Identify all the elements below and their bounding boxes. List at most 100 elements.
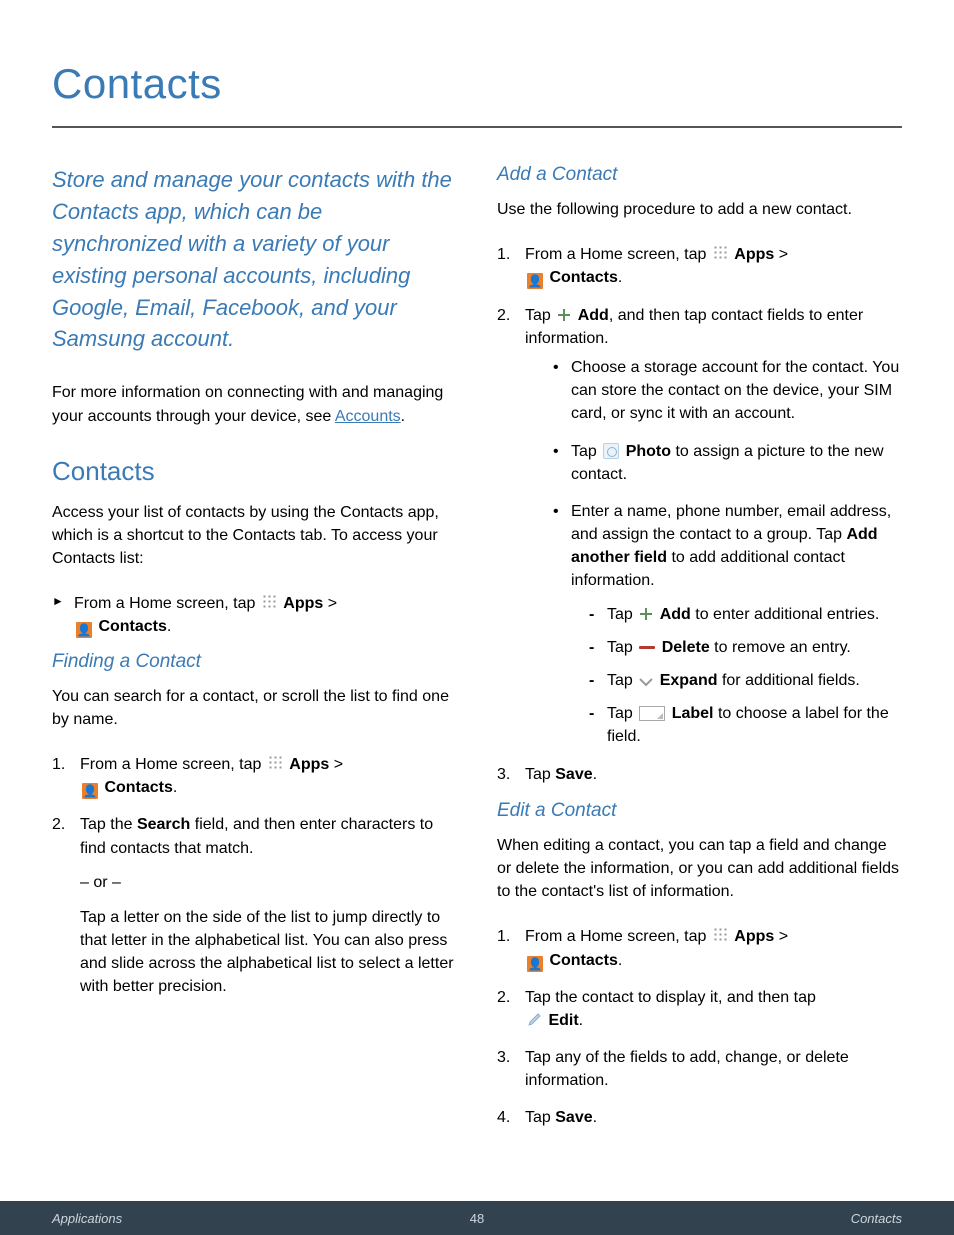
photo-bold: Photo [626, 443, 671, 460]
period: . [593, 1109, 597, 1126]
finding-alt-paragraph: Tap a letter on the side of the list to … [52, 906, 457, 999]
bullet-storage: Choose a storage account for the contact… [553, 356, 902, 426]
right-column: Add a Contact Use the following procedur… [497, 164, 902, 1144]
step-text: Tap any of the fields to add, change, or… [525, 1049, 849, 1089]
text-post: to enter additional entries. [691, 606, 880, 623]
gt: > [329, 756, 343, 773]
text-pre: Tap the contact to display it, and then … [525, 989, 816, 1006]
contacts-label: Contacts [549, 269, 617, 286]
tap-word: Tap [607, 639, 637, 656]
save-bold: Save [555, 766, 592, 783]
period: . [618, 952, 622, 969]
lead-paragraph: Store and manage your contacts with the … [52, 164, 457, 355]
apps-label: Apps [289, 756, 329, 773]
contacts-paragraph: Access your list of contacts by using th… [52, 501, 457, 571]
step-number: 2. [497, 986, 510, 1009]
add-bold: Add [578, 307, 609, 324]
dash-add: Tap Add to enter additional entries. [589, 603, 902, 626]
add-steps: 1. From a Home screen, tap Apps > 👤 Cont… [497, 243, 902, 786]
or-divider: – or – [52, 874, 457, 892]
edit-paragraph: When editing a contact, you can tap a fi… [497, 834, 902, 904]
contacts-icon: 👤 [76, 622, 92, 638]
contacts-label: Contacts [549, 952, 617, 969]
step-number: 3. [497, 1046, 510, 1069]
label-bold: Label [672, 705, 714, 722]
footer-page-number: 48 [470, 1211, 484, 1226]
step-text-pre: Tap the [80, 816, 137, 833]
step-text: From a Home screen, tap [525, 246, 711, 263]
contacts-icon: 👤 [527, 956, 543, 972]
period: . [618, 269, 622, 286]
finding-steps: 1. From a Home screen, tap Apps > 👤 Cont… [52, 753, 457, 860]
tap-word: Tap [607, 672, 637, 689]
label-icon [639, 706, 665, 721]
apps-icon [268, 755, 283, 770]
add-paragraph: Use the following procedure to add a new… [497, 198, 902, 221]
delete-bold: Delete [662, 639, 710, 656]
text-post: to remove an entry. [710, 639, 851, 656]
contacts-icon: 👤 [527, 273, 543, 289]
apps-label: Apps [283, 595, 323, 612]
tap-word: Tap [525, 766, 555, 783]
edit-steps: 1. From a Home screen, tap Apps > 👤 Cont… [497, 925, 902, 1129]
pencil-icon [527, 1012, 542, 1027]
add-heading: Add a Contact [497, 164, 902, 186]
period: . [167, 618, 171, 635]
gt: > [774, 928, 788, 945]
bullet-photo: Tap Photo to assign a picture to the new… [553, 440, 902, 486]
footer-left: Applications [52, 1211, 122, 1226]
page-footer: Applications 48 Contacts [0, 1201, 954, 1235]
apps-icon [713, 927, 728, 942]
finding-heading: Finding a Contact [52, 651, 457, 673]
tap-word: Tap [607, 705, 637, 722]
footer-right: Contacts [851, 1211, 902, 1226]
save-bold: Save [555, 1109, 592, 1126]
text-post: for additional fields. [718, 672, 860, 689]
step-number: 1. [52, 753, 65, 776]
contacts-label: Contacts [98, 618, 166, 635]
field-dash-list: Tap Add to enter additional entries. Tap… [571, 603, 902, 749]
dash-expand: Tap Expand for additional fields. [589, 669, 902, 692]
minus-icon [639, 646, 655, 649]
step-text: From a Home screen, tap [74, 595, 260, 612]
contacts-access-step: From a Home screen, tap Apps > 👤 Contact… [52, 592, 457, 638]
plus-icon [639, 607, 653, 621]
search-bold: Search [137, 816, 190, 833]
period: . [593, 766, 597, 783]
step-number: 3. [497, 763, 510, 786]
gt: > [323, 595, 337, 612]
apps-icon [262, 594, 277, 609]
left-column: Store and manage your contacts with the … [52, 164, 457, 1144]
tap-word: Tap [607, 606, 637, 623]
period: . [173, 779, 177, 796]
gt: > [774, 246, 788, 263]
bullet-enter-fields: Enter a name, phone number, email addres… [553, 500, 902, 749]
period: . [579, 1012, 583, 1029]
step-text: From a Home screen, tap [525, 928, 711, 945]
step-number: 1. [497, 925, 510, 948]
step-number: 1. [497, 243, 510, 266]
step-number: 4. [497, 1106, 510, 1129]
tap-word: Tap [571, 443, 601, 460]
expand-bold: Expand [660, 672, 718, 689]
photo-icon [603, 443, 619, 459]
tap-word: Tap [525, 1109, 555, 1126]
plus-icon [557, 308, 571, 322]
intro-text-post: . [401, 408, 405, 425]
text-pre: Enter a name, phone number, email addres… [571, 503, 891, 543]
step-text-post: , and then tap contact fields to enter i… [525, 307, 863, 347]
tap-word: Tap [525, 307, 555, 324]
finding-paragraph: You can search for a contact, or scroll … [52, 685, 457, 731]
apps-icon [713, 245, 728, 260]
add-bold: Add [660, 606, 691, 623]
edit-heading: Edit a Contact [497, 800, 902, 822]
chevron-down-icon [639, 677, 653, 687]
intro-paragraph: For more information on connecting with … [52, 381, 457, 427]
contacts-heading: Contacts [52, 456, 457, 487]
dash-label: Tap Label to choose a label for the fiel… [589, 702, 902, 748]
accounts-link[interactable]: Accounts [335, 408, 401, 425]
contacts-label: Contacts [104, 779, 172, 796]
title-rule [52, 126, 902, 128]
add-sub-bullets: Choose a storage account for the contact… [525, 356, 902, 749]
dash-delete: Tap Delete to remove an entry. [589, 636, 902, 659]
